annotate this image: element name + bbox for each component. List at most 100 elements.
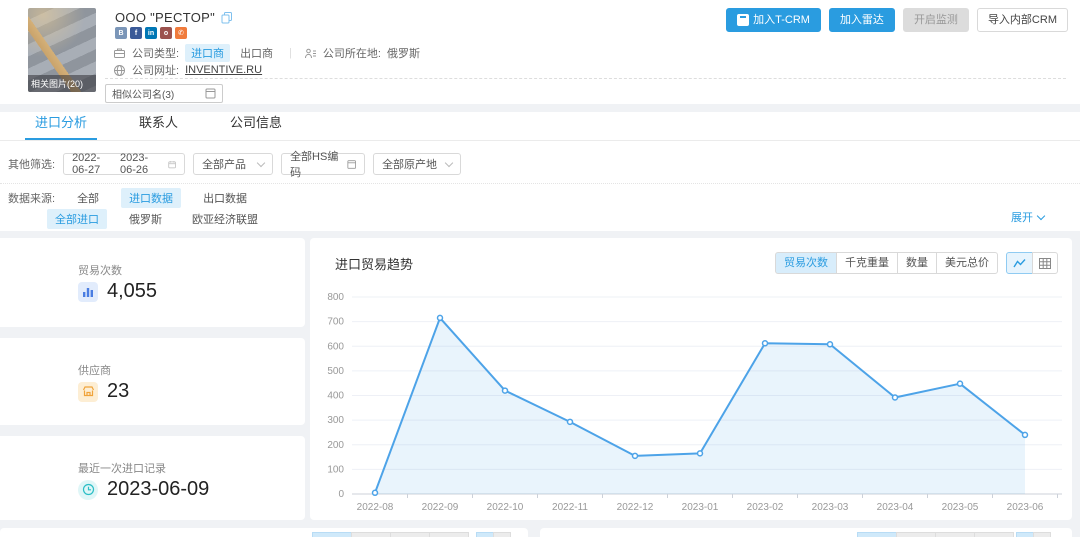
hs-code-filter[interactable]: 全部HS编码 xyxy=(281,153,365,175)
location-icon xyxy=(304,47,317,60)
hs-code-value: 全部HS编码 xyxy=(290,148,341,180)
stat-label: 贸易次数 xyxy=(78,262,122,278)
chevron-down-icon xyxy=(1037,211,1045,219)
copy-icon[interactable] xyxy=(221,12,233,24)
svg-text:2023-01: 2023-01 xyxy=(682,502,719,513)
source-all[interactable]: 全部 xyxy=(69,188,107,208)
stat-label: 供应商 xyxy=(78,362,111,378)
source-all-import[interactable]: 全部进口 xyxy=(47,209,107,229)
view-toggle-group-partial[interactable] xyxy=(1017,532,1051,537)
company-type-importer-tag[interactable]: 进口商 xyxy=(185,44,230,62)
stat-value: 4,055 xyxy=(107,280,157,303)
metric-kg-weight[interactable]: 千克重量 xyxy=(836,252,898,274)
bottom-card-left xyxy=(0,528,528,537)
chart-title: 进口贸易趋势 xyxy=(335,254,413,273)
analysis-section: 进口分析 联系人 公司信息 其他筛选: 2022-06-27 2023-06-2… xyxy=(0,112,1080,231)
table-view-button[interactable] xyxy=(1032,252,1058,274)
linkedin-icon[interactable]: in xyxy=(145,27,157,39)
source-eaeu[interactable]: 欧亚经济联盟 xyxy=(184,209,266,229)
header-actions: 加入T-CRM 加入雷达 开启监测 导入内部CRM xyxy=(726,8,1068,32)
bar-chart-icon xyxy=(78,282,98,302)
stat-value: 2023-06-09 xyxy=(107,478,209,501)
clock-icon xyxy=(78,480,98,500)
svg-text:2023-04: 2023-04 xyxy=(877,502,914,513)
website-link[interactable]: INVENTIVE.RU xyxy=(185,64,262,76)
metric-trade-count[interactable]: 贸易次数 xyxy=(775,252,837,274)
metric-toggle-group-partial[interactable] xyxy=(313,532,469,537)
similar-companies-label: 相似公司名(3) xyxy=(112,86,174,101)
stat-card-suppliers: 供应商 23 xyxy=(0,338,305,425)
odnoklassniki-icon[interactable]: o xyxy=(160,27,172,39)
location-value: 俄罗斯 xyxy=(387,45,420,61)
svg-text:2023-02: 2023-02 xyxy=(747,502,784,513)
calendar-icon xyxy=(168,159,176,170)
related-images-caption: 相关图片(20) xyxy=(28,75,96,92)
view-toggle-group xyxy=(1006,252,1058,274)
enable-monitoring-button[interactable]: 开启监测 xyxy=(903,8,969,32)
blog-icon[interactable]: B xyxy=(115,27,127,39)
svg-text:300: 300 xyxy=(327,415,344,426)
source-import-data[interactable]: 进口数据 xyxy=(121,188,181,208)
add-to-tcrm-button[interactable]: 加入T-CRM xyxy=(726,8,821,32)
svg-text:400: 400 xyxy=(327,391,344,402)
stat-label: 最近一次进口记录 xyxy=(78,460,166,476)
origin-filter-value: 全部原产地 xyxy=(382,156,437,172)
facebook-icon[interactable]: f xyxy=(130,27,142,39)
date-start: 2022-06-27 xyxy=(72,152,114,176)
expand-toggle[interactable]: 展开 xyxy=(1011,209,1044,225)
tab-contacts[interactable]: 联系人 xyxy=(129,107,188,140)
header-dashed-separator xyxy=(105,78,1066,79)
line-chart-view-button[interactable] xyxy=(1006,252,1033,274)
company-header: 相关图片(20) OOO "PECTOP" B f in o ✆ 公司类型: 进… xyxy=(0,0,1080,104)
company-type-icon xyxy=(113,47,126,60)
svg-text:800: 800 xyxy=(327,292,344,303)
svg-text:200: 200 xyxy=(327,440,344,451)
social-links: B f in o ✆ xyxy=(115,27,187,39)
stat-card-trade-count: 贸易次数 4,055 xyxy=(0,238,305,327)
svg-text:2022-10: 2022-10 xyxy=(487,502,524,513)
chevron-down-icon xyxy=(257,158,265,166)
svg-text:2022-12: 2022-12 xyxy=(617,502,654,513)
tab-import-analysis[interactable]: 进口分析 xyxy=(25,107,97,140)
website-label: 公司网址: xyxy=(132,62,179,78)
similar-companies-select[interactable]: 相似公司名(3) xyxy=(105,84,223,103)
svg-text:2022-09: 2022-09 xyxy=(422,502,459,513)
divider: | xyxy=(289,47,292,59)
company-photo-thumbnail[interactable]: 相关图片(20) xyxy=(28,8,96,92)
svg-text:2022-11: 2022-11 xyxy=(552,502,588,513)
metric-quantity[interactable]: 数量 xyxy=(897,252,937,274)
product-filter-select[interactable]: 全部产品 xyxy=(193,153,273,175)
filters-dotted-separator xyxy=(0,183,1080,184)
stat-card-last-import: 最近一次进口记录 2023-06-09 xyxy=(0,436,305,520)
svg-text:500: 500 xyxy=(327,366,344,377)
svg-text:0: 0 xyxy=(338,489,344,500)
view-toggle-group-partial[interactable] xyxy=(477,532,511,537)
data-source-label: 数据来源: xyxy=(8,190,55,206)
metric-toggle-group-partial[interactable] xyxy=(858,532,1014,537)
source-export-data[interactable]: 出口数据 xyxy=(195,188,255,208)
tab-company-info[interactable]: 公司信息 xyxy=(220,107,292,140)
company-type-exporter[interactable]: 出口商 xyxy=(236,44,277,62)
origin-filter-select[interactable]: 全部原产地 xyxy=(373,153,461,175)
storefront-icon xyxy=(78,382,98,402)
metric-usd-total[interactable]: 美元总价 xyxy=(936,252,998,274)
import-internal-crm-button[interactable]: 导入内部CRM xyxy=(977,8,1068,32)
company-name: OOO "PECTOP" xyxy=(115,10,215,25)
svg-text:100: 100 xyxy=(327,464,344,475)
svg-text:600: 600 xyxy=(327,341,344,352)
tab-bar: 进口分析 联系人 公司信息 xyxy=(0,112,1080,141)
svg-text:2023-06: 2023-06 xyxy=(1007,502,1044,513)
panel-icon xyxy=(347,159,356,170)
bottom-card-right xyxy=(540,528,1072,537)
tcrm-icon xyxy=(737,14,749,26)
date-range-picker[interactable]: 2022-06-27 2023-06-26 xyxy=(63,153,185,175)
stat-value: 23 xyxy=(107,380,129,403)
panel-icon xyxy=(205,88,216,99)
phone-icon[interactable]: ✆ xyxy=(175,27,187,39)
source-russia[interactable]: 俄罗斯 xyxy=(121,209,170,229)
svg-text:700: 700 xyxy=(327,317,344,328)
product-filter-value: 全部产品 xyxy=(202,156,246,172)
svg-text:2022-08: 2022-08 xyxy=(357,502,394,513)
add-to-radar-button[interactable]: 加入雷达 xyxy=(829,8,895,32)
other-filters-label: 其他筛选: xyxy=(8,156,55,172)
